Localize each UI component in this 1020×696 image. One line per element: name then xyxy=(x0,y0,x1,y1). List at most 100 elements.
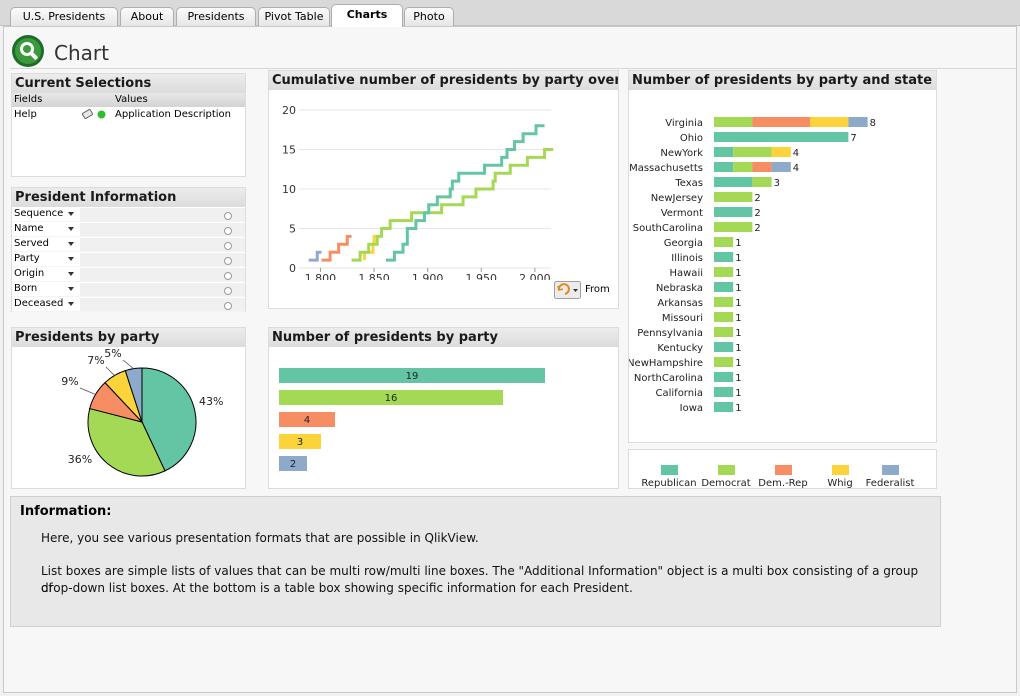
radio-icon xyxy=(224,272,232,280)
stacked-bar-segment xyxy=(714,252,734,262)
selection-row[interactable]: Help Application Description xyxy=(12,108,245,122)
radio-icon xyxy=(224,242,232,250)
legend-swatch xyxy=(718,465,735,475)
bar-total-label: 2 xyxy=(754,223,760,234)
col-values: Values xyxy=(115,94,148,105)
stacked-bar-segment xyxy=(848,117,868,127)
dropdown-arrow-icon[interactable] xyxy=(68,287,74,291)
stacked-bar-segment xyxy=(714,342,734,352)
bar-total-label: 1 xyxy=(735,313,741,324)
field-label: Deceased xyxy=(14,298,64,309)
field-label: Name xyxy=(14,223,44,234)
selection-value: Application Description xyxy=(115,109,232,120)
stacked-bar-segment xyxy=(714,297,734,307)
radio-icon xyxy=(224,257,232,265)
dropdown-arrow-icon[interactable] xyxy=(68,227,74,231)
stacked-bar-segment xyxy=(714,237,734,247)
pie-chart[interactable]: 43% 36% 9% 7%5% xyxy=(12,347,245,488)
bar-total-label: 1 xyxy=(735,358,741,369)
stacked-bar-segment xyxy=(714,117,753,127)
state-label: Ohio xyxy=(680,133,703,144)
state-label: Illinois xyxy=(671,253,703,264)
legend-panel: Republican Democrat Dem.-Rep Whig Federalist xyxy=(628,449,937,489)
state-label: NorthCarolina xyxy=(634,373,703,384)
col-fields: Fields xyxy=(14,94,43,105)
multibox-row-deceased[interactable]: Deceased xyxy=(12,297,245,312)
bar-total-label: 7 xyxy=(850,133,856,144)
state-label: SouthCarolina xyxy=(633,223,703,234)
multibox-row-born[interactable]: Born xyxy=(12,282,245,297)
tab-about[interactable]: About xyxy=(120,7,174,26)
field-dropdown[interactable] xyxy=(80,298,245,311)
state-label: Massachusetts xyxy=(629,163,703,174)
tab-bar: U.S. Presidents About Presidents Pivot T… xyxy=(0,0,1020,27)
pie-label: 9% xyxy=(61,375,78,388)
dropdown-arrow-icon[interactable] xyxy=(68,257,74,261)
current-selections-title: Current Selections xyxy=(12,74,245,93)
bar-total-label: 1 xyxy=(735,328,741,339)
bar-total-label: 2 xyxy=(754,193,760,204)
information-paragraph-1: Here, you see various presentation forma… xyxy=(41,531,479,545)
bar-total-label: 1 xyxy=(735,283,741,294)
dropdown-arrow-icon[interactable] xyxy=(68,272,74,276)
presidents-by-party-panel: Presidents by party 43% 36% 9% 7% 5% xyxy=(11,327,246,489)
cycle-group-icon[interactable] xyxy=(554,281,581,299)
tab-label: U.S. Presidents xyxy=(22,10,106,23)
state-label: Georgia xyxy=(664,238,703,249)
field-dropdown[interactable] xyxy=(80,223,245,236)
field-dropdown[interactable] xyxy=(80,238,245,251)
stacked-bar-chart[interactable]: Virginia 8 Ohio 7 NewYork 4 Massachusetts 4 Texa… xyxy=(629,90,936,442)
title-divider xyxy=(10,68,1016,69)
pie-leader-line xyxy=(122,359,134,369)
line-chart[interactable]: 0 5 10 15 20 1 800 1 850 1 900 1 950 2 000 xyxy=(269,90,618,280)
bar-total-label: 1 xyxy=(735,388,741,399)
stacked-bar-segment xyxy=(733,162,753,172)
multibox-row-name[interactable]: Name xyxy=(12,222,245,237)
radio-icon xyxy=(224,302,232,310)
stacked-bar-segment xyxy=(714,162,734,172)
state-label: Hawaii xyxy=(669,268,703,279)
dropdown-arrow-icon[interactable] xyxy=(68,302,74,306)
bar-total-label: 1 xyxy=(735,343,741,354)
tab-pivot-table[interactable]: Pivot Table xyxy=(258,7,330,26)
bar-chart-title: Number of presidents by party xyxy=(269,328,618,347)
multibox-row-sequence[interactable]: Sequence xyxy=(12,207,245,222)
state-label: Kentucky xyxy=(657,343,703,354)
tab-us-presidents[interactable]: U.S. Presidents xyxy=(10,7,118,26)
tab-charts[interactable]: Charts xyxy=(331,4,403,27)
field-dropdown[interactable] xyxy=(80,253,245,266)
dropdown-arrow-icon[interactable] xyxy=(68,242,74,246)
field-dropdown[interactable] xyxy=(80,283,245,296)
multibox-row-served[interactable]: Served xyxy=(12,237,245,252)
x-tick-label: 1 950 xyxy=(466,272,498,280)
party-state-panel: Number of presidents by party and state … xyxy=(628,70,937,443)
tab-label: Photo xyxy=(413,10,445,23)
x-tick-label: 2 000 xyxy=(519,272,551,280)
tab-label: About xyxy=(130,10,164,23)
stacked-bar-segment xyxy=(714,402,734,412)
eraser-icon[interactable] xyxy=(81,109,94,120)
legend-label: Federalist xyxy=(866,478,915,488)
bar-value-label: 19 xyxy=(406,371,419,382)
state-label: NewHampshire xyxy=(629,358,703,369)
multibox-row-origin[interactable]: Origin xyxy=(12,267,245,282)
tab-presidents[interactable]: Presidents xyxy=(176,7,256,26)
y-tick-label: 15 xyxy=(282,144,296,157)
x-tick-label: 1 900 xyxy=(412,272,444,280)
dropdown-arrow-icon[interactable] xyxy=(68,212,74,216)
field-dropdown[interactable] xyxy=(80,268,245,281)
tab-photo[interactable]: Photo xyxy=(404,7,454,26)
bar-total-label: 1 xyxy=(735,403,741,414)
field-dropdown[interactable] xyxy=(80,208,245,221)
stacked-bar-segment xyxy=(752,162,772,172)
cycle-group-label: From xyxy=(585,284,610,295)
state-label: Missouri xyxy=(662,313,703,324)
selection-field: Help xyxy=(14,109,37,120)
state-label: Nebraska xyxy=(656,283,703,294)
multibox-row-party[interactable]: Party xyxy=(12,252,245,267)
stacked-bar-segment xyxy=(714,372,734,382)
stacked-bar-segment xyxy=(771,162,791,172)
bar-total-label: 1 xyxy=(735,373,741,384)
current-selections-header: Fields Values xyxy=(12,93,245,107)
bar-chart[interactable]: 19 16 432 xyxy=(269,347,618,488)
